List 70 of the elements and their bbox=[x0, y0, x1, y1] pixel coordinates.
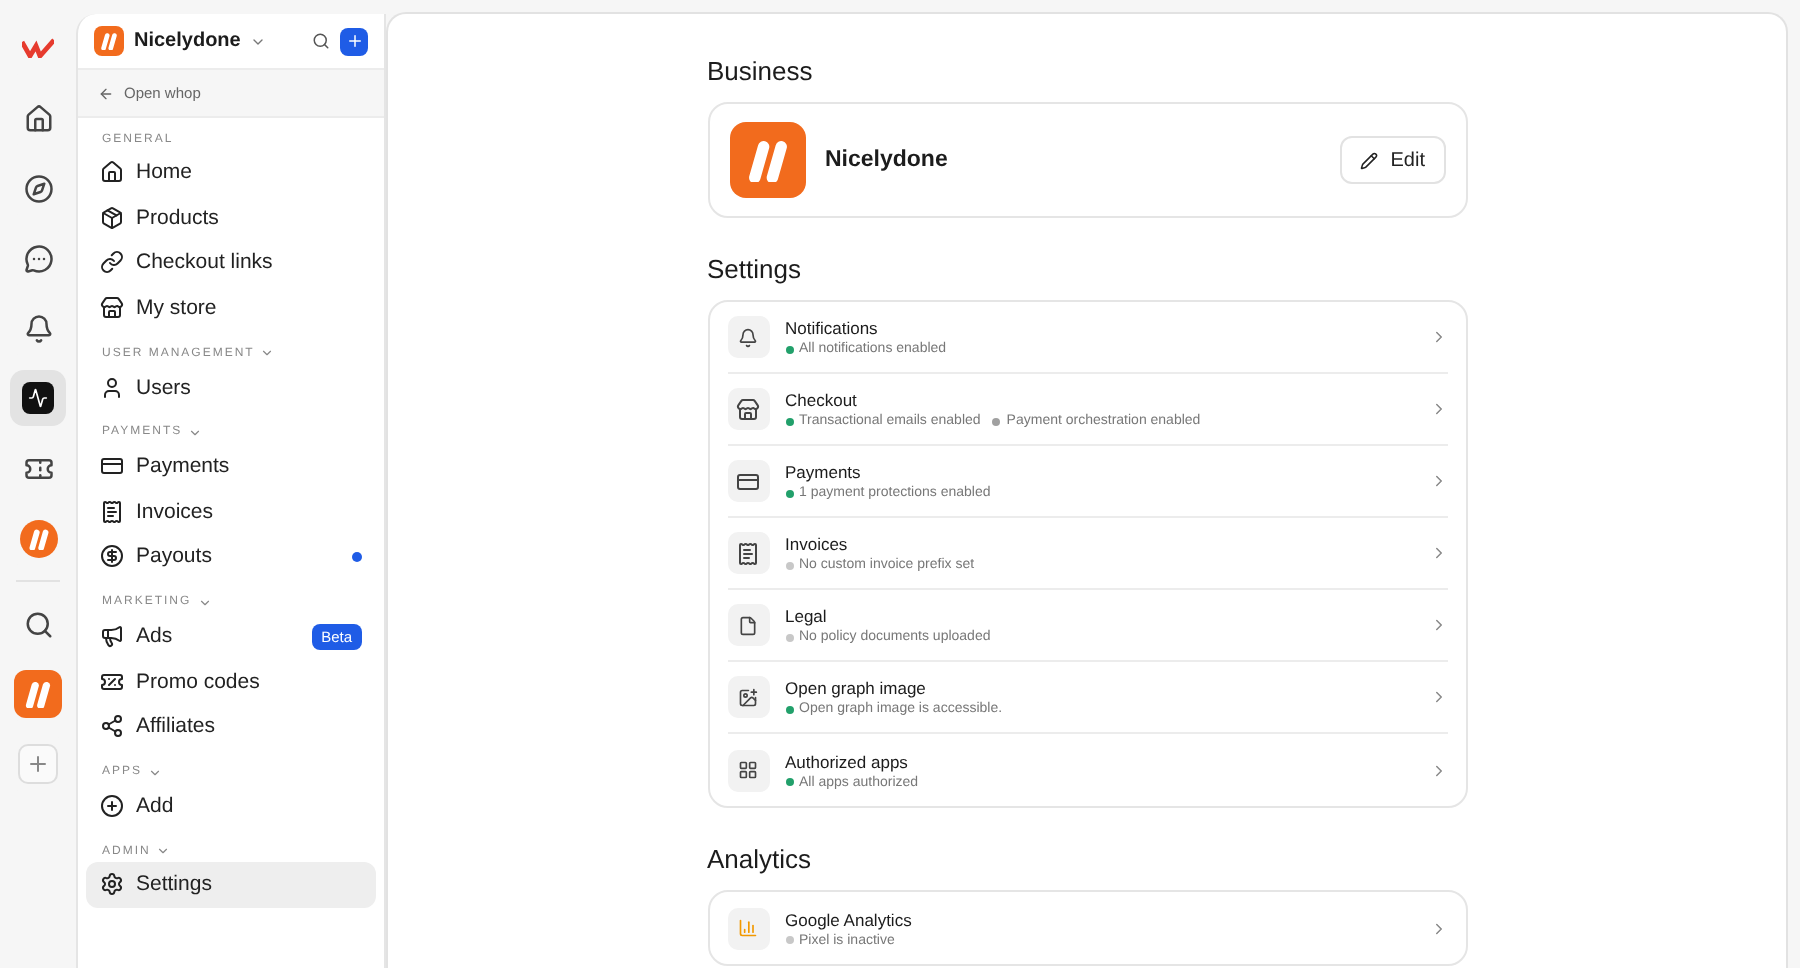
grid-icon bbox=[738, 760, 758, 780]
nav-item[interactable]: Users bbox=[86, 364, 376, 410]
file-icon bbox=[738, 615, 758, 635]
megaphone-icon bbox=[100, 624, 124, 649]
add-icon[interactable] bbox=[18, 744, 58, 784]
nav-item[interactable]: Payments bbox=[86, 443, 376, 490]
credit-card-icon bbox=[100, 454, 124, 479]
nav-item[interactable]: Home bbox=[86, 150, 376, 196]
setting-title[interactable]: Notifications bbox=[785, 318, 1413, 338]
nav-item[interactable]: Promo codes bbox=[86, 658, 376, 704]
add-button[interactable] bbox=[340, 27, 368, 55]
business-name: Nicelydone bbox=[825, 148, 950, 172]
chevron-icon[interactable] bbox=[156, 844, 171, 859]
dollar-icon bbox=[100, 544, 124, 569]
logo-icon[interactable] bbox=[22, 38, 54, 58]
business-logo bbox=[729, 122, 805, 198]
compass-icon[interactable] bbox=[23, 173, 53, 203]
chart-icon[interactable] bbox=[22, 382, 54, 414]
nav-item[interactable]: Payouts bbox=[86, 534, 376, 580]
bell-icon bbox=[738, 327, 758, 347]
image-icon bbox=[738, 687, 758, 707]
nav-item[interactable]: My store bbox=[86, 285, 376, 331]
section-heading: Business bbox=[707, 56, 815, 86]
user-icon bbox=[100, 375, 124, 400]
store-icon bbox=[100, 296, 124, 321]
chevron-icon[interactable] bbox=[197, 595, 212, 610]
add-icon bbox=[100, 793, 124, 818]
setting-title[interactable]: Open graph image bbox=[785, 678, 1413, 698]
nav-item[interactable]: Add bbox=[86, 783, 376, 829]
nav-item[interactable]: Checkout links bbox=[86, 240, 376, 286]
section-heading: Analytics bbox=[707, 844, 814, 874]
nav-item[interactable]: Settings bbox=[86, 862, 376, 908]
edit-button[interactable]: Edit bbox=[1340, 136, 1445, 184]
setting-title[interactable]: Invoices bbox=[785, 534, 1413, 554]
plus-icon[interactable] bbox=[345, 32, 363, 50]
chevron-icon[interactable] bbox=[260, 346, 275, 361]
setting-title[interactable]: Checkout bbox=[785, 390, 1413, 410]
setting-title[interactable]: Google Analytics bbox=[785, 909, 1413, 929]
receipt-icon bbox=[100, 499, 124, 524]
home-icon bbox=[100, 160, 124, 185]
section-heading: Settings bbox=[707, 254, 803, 284]
chevron-icon[interactable] bbox=[148, 765, 163, 780]
setting-title[interactable]: Payments bbox=[785, 462, 1413, 482]
credit-card-icon bbox=[736, 469, 760, 493]
setting-title[interactable]: Authorized apps bbox=[785, 751, 1413, 771]
nav-item[interactable]: Invoices bbox=[86, 489, 376, 535]
pencil-icon[interactable] bbox=[1360, 151, 1379, 169]
home-icon[interactable] bbox=[23, 103, 53, 133]
logo-icon[interactable] bbox=[19, 519, 57, 557]
business-switcher[interactable]: Nicelydone bbox=[134, 30, 241, 52]
back-arrow-icon[interactable] bbox=[98, 85, 114, 101]
store-icon bbox=[736, 397, 760, 421]
search-icon[interactable] bbox=[23, 609, 53, 639]
nav-item[interactable]: Affiliates bbox=[86, 703, 376, 750]
bell-icon[interactable] bbox=[23, 313, 53, 343]
bar-chart-icon bbox=[738, 918, 758, 938]
coupon-icon bbox=[100, 669, 124, 694]
share-icon bbox=[100, 714, 124, 739]
setting-title[interactable]: Legal bbox=[785, 606, 1413, 626]
package-icon bbox=[100, 205, 124, 230]
chevron-icon[interactable] bbox=[188, 425, 203, 440]
logo-icon[interactable] bbox=[14, 670, 62, 718]
nav-item[interactable]: Products bbox=[86, 195, 376, 241]
ticket-icon[interactable] bbox=[23, 453, 53, 483]
chat-icon[interactable] bbox=[23, 243, 53, 273]
search-icon[interactable] bbox=[312, 32, 330, 50]
receipt-icon bbox=[736, 541, 760, 565]
logo-icon bbox=[94, 26, 124, 56]
link-icon bbox=[100, 250, 124, 275]
settings-icon bbox=[100, 872, 124, 897]
